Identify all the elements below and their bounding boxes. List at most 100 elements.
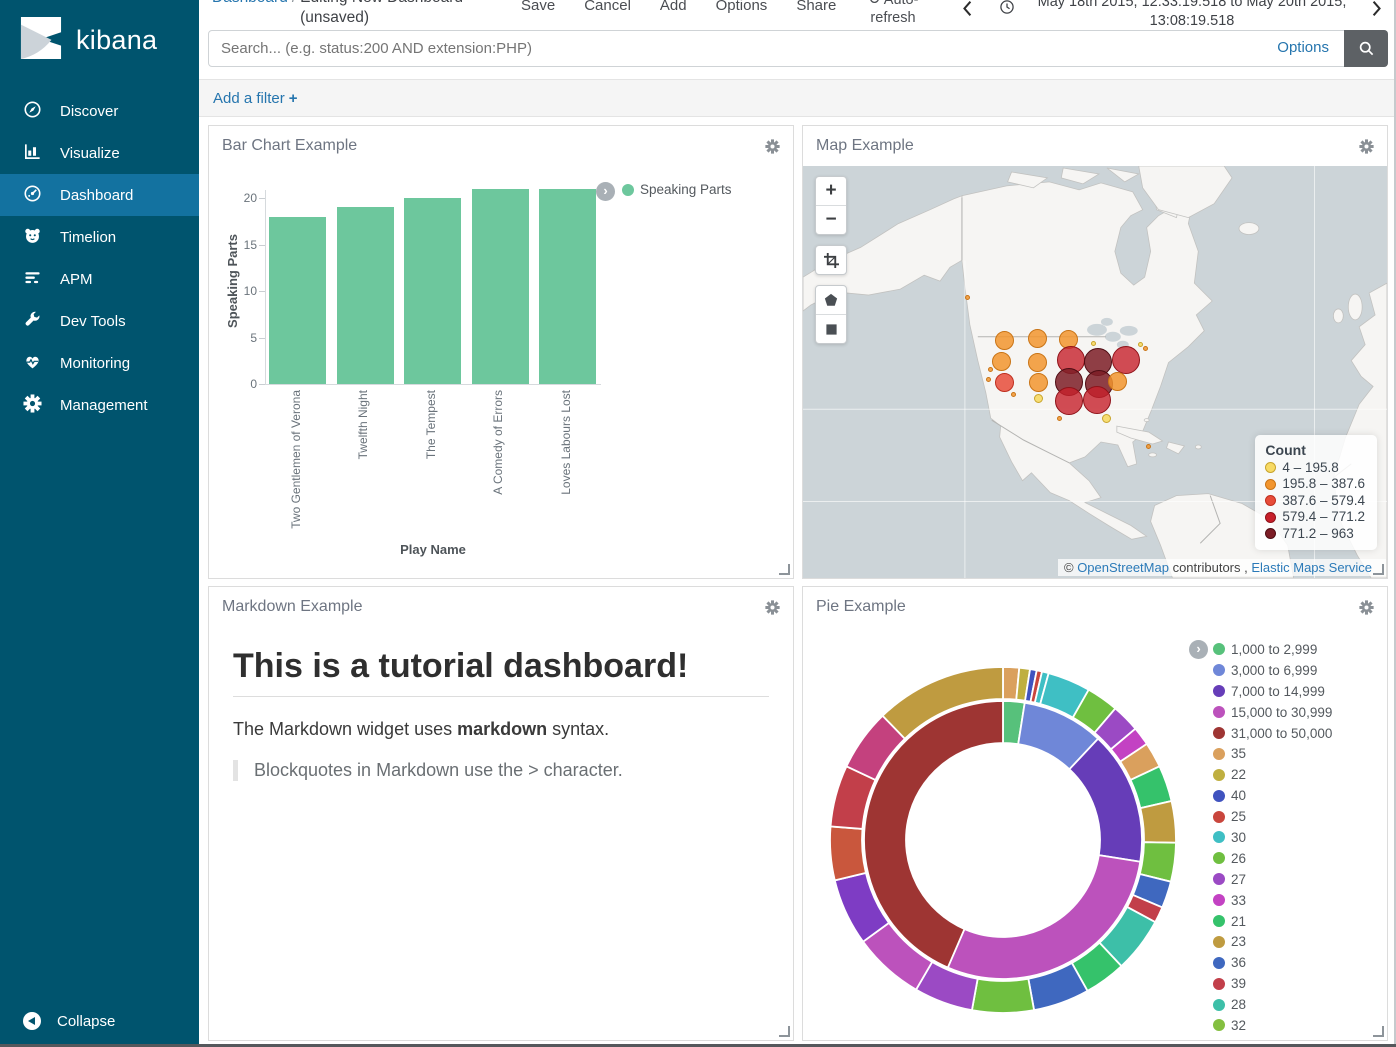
- pie-legend-item[interactable]: 15,000 to 30,999: [1213, 702, 1332, 723]
- add-filter-link[interactable]: Add a filter+: [213, 90, 297, 107]
- bar-1[interactable]: [337, 207, 394, 384]
- sidebar-item-dashboard[interactable]: Dashboard: [0, 174, 199, 216]
- panel-resize-handle[interactable]: [1373, 564, 1384, 575]
- pie-legend-item[interactable]: 28: [1213, 994, 1332, 1015]
- panel-resize-handle[interactable]: [779, 1026, 790, 1037]
- map-circle[interactable]: [1028, 353, 1047, 372]
- panel-options-gear-icon[interactable]: [765, 139, 780, 154]
- map-legend-title: Count: [1265, 442, 1365, 458]
- zoom-out-button[interactable]: −: [816, 205, 846, 234]
- map-controls: + −: [815, 176, 847, 344]
- pie-legend-item[interactable]: 26: [1213, 848, 1332, 869]
- legend-toggle-chevron-icon[interactable]: ›: [1189, 640, 1208, 659]
- kibana-logo-row[interactable]: kibana: [0, 0, 199, 76]
- time-back-chevron-icon[interactable]: [961, 0, 973, 22]
- map-circle[interactable]: [1143, 346, 1148, 351]
- search-input[interactable]: [209, 31, 1241, 66]
- panel-resize-handle[interactable]: [1373, 1026, 1384, 1037]
- time-range-picker[interactable]: May 18th 2015, 12:33:19.518 to May 20th …: [1021, 0, 1363, 28]
- map-circle[interactable]: [988, 367, 993, 372]
- map-circle[interactable]: [1112, 346, 1140, 374]
- map-circle[interactable]: [986, 377, 991, 382]
- breadcrumb-dashboard-link[interactable]: Dashboard: [212, 0, 288, 6]
- pie-legend-item[interactable]: 40: [1213, 785, 1332, 806]
- panel-resize-handle[interactable]: [779, 564, 790, 575]
- pie-outer-slice[interactable]: [1140, 801, 1176, 843]
- map-circle[interactable]: [965, 295, 970, 300]
- draw-polygon-button[interactable]: [816, 286, 846, 314]
- panel-title: Markdown Example: [222, 598, 363, 616]
- share-button[interactable]: Share: [796, 0, 836, 14]
- map-circle[interactable]: [1102, 414, 1111, 423]
- pie-legend-item[interactable]: 3,000 to 6,999: [1213, 660, 1332, 681]
- save-button[interactable]: Save: [521, 0, 555, 14]
- elastic-maps-service-link[interactable]: Elastic Maps Service: [1251, 560, 1372, 575]
- zoom-in-button[interactable]: +: [816, 177, 846, 205]
- sidebar-item-timelion[interactable]: Timelion: [0, 216, 199, 258]
- panel-options-gear-icon[interactable]: [765, 600, 780, 615]
- cancel-button[interactable]: Cancel: [584, 0, 631, 14]
- map-circle[interactable]: [1029, 373, 1048, 392]
- sidebar-item-visualize[interactable]: Visualize: [0, 132, 199, 174]
- map-circle[interactable]: [1028, 329, 1047, 348]
- map-circle[interactable]: [1108, 372, 1127, 391]
- map-circle[interactable]: [995, 331, 1014, 350]
- sidebar-item-monitoring[interactable]: Monitoring: [0, 342, 199, 384]
- pie-legend-item[interactable]: 36: [1213, 952, 1332, 973]
- pie-legend-item[interactable]: 21: [1213, 911, 1332, 932]
- pie-legend-item[interactable]: 31,000 to 50,000: [1213, 723, 1332, 744]
- map-circle[interactable]: [1138, 342, 1143, 347]
- legend-swatch: [1213, 999, 1225, 1011]
- pie-legend-item[interactable]: 22: [1213, 764, 1332, 785]
- pie-legend-item[interactable]: 32: [1213, 1015, 1332, 1036]
- pie-legend-item[interactable]: 23: [1213, 931, 1332, 952]
- sidebar-item-apm[interactable]: APM: [0, 258, 199, 300]
- pie-legend-item[interactable]: 30: [1213, 827, 1332, 848]
- search-options-link[interactable]: Options: [1277, 39, 1329, 56]
- map-circle[interactable]: [1034, 394, 1043, 403]
- sidebar-collapse-button[interactable]: Collapse: [0, 1001, 199, 1041]
- pie-legend-item[interactable]: 27: [1213, 869, 1332, 890]
- map-circle[interactable]: [992, 352, 1011, 371]
- pie-legend-item[interactable]: 35: [1213, 743, 1332, 764]
- map-circle[interactable]: [1055, 387, 1083, 415]
- legend-toggle-chevron-icon[interactable]: ›: [596, 182, 615, 201]
- panel-options-gear-icon[interactable]: [1359, 600, 1374, 615]
- sidebar-item-discover[interactable]: Discover: [0, 90, 199, 132]
- auto-refresh-button[interactable]: Auto-refresh: [855, 0, 931, 27]
- options-button[interactable]: Options: [716, 0, 768, 14]
- pie-legend-item[interactable]: 39: [1213, 973, 1332, 994]
- dashboard-grid: Bar Chart Example Speaking Parts Play Na…: [199, 117, 1396, 1041]
- pie-legend-item[interactable]: 33: [1213, 890, 1332, 911]
- pie-outer-slice[interactable]: [830, 826, 866, 880]
- map-canvas[interactable]: + − Count 4 – 195.8195.8 – 387: [803, 166, 1387, 578]
- add-button[interactable]: Add: [660, 0, 687, 14]
- x-category-label: A Comedy of Errors: [491, 390, 505, 495]
- pie-legend-item[interactable]: 1,000 to 2,999: [1213, 639, 1332, 660]
- map-circle[interactable]: [1091, 341, 1096, 346]
- bar-4[interactable]: [539, 189, 596, 384]
- panel-options-gear-icon[interactable]: [1359, 139, 1374, 154]
- search-button[interactable]: [1344, 30, 1388, 67]
- draw-rectangle-button[interactable]: [816, 314, 846, 343]
- legend-label: 3,000 to 6,999: [1231, 663, 1317, 678]
- crop-tool-button[interactable]: [816, 246, 846, 274]
- map-circle[interactable]: [1083, 386, 1111, 414]
- pie-outer-slice[interactable]: [972, 979, 1034, 1013]
- map-circle[interactable]: [1011, 392, 1016, 397]
- bar-0[interactable]: [269, 217, 326, 384]
- map-circle[interactable]: [1057, 416, 1062, 421]
- bar-legend[interactable]: Speaking Parts: [622, 182, 732, 197]
- pie-legend-item[interactable]: 25: [1213, 806, 1332, 827]
- heartbeat-icon: [23, 352, 42, 375]
- sidebar-item-dev-tools[interactable]: Dev Tools: [0, 300, 199, 342]
- bar-2[interactable]: [404, 198, 461, 384]
- legend-label: 30: [1231, 830, 1246, 845]
- openstreetmap-link[interactable]: OpenStreetMap: [1077, 560, 1169, 575]
- map-circle[interactable]: [995, 373, 1014, 392]
- time-forward-chevron-icon[interactable]: [1371, 0, 1383, 22]
- bar-3[interactable]: [472, 189, 529, 384]
- map-circle[interactable]: [1146, 444, 1151, 449]
- sidebar-item-management[interactable]: Management: [0, 384, 199, 426]
- pie-legend-item[interactable]: 7,000 to 14,999: [1213, 681, 1332, 702]
